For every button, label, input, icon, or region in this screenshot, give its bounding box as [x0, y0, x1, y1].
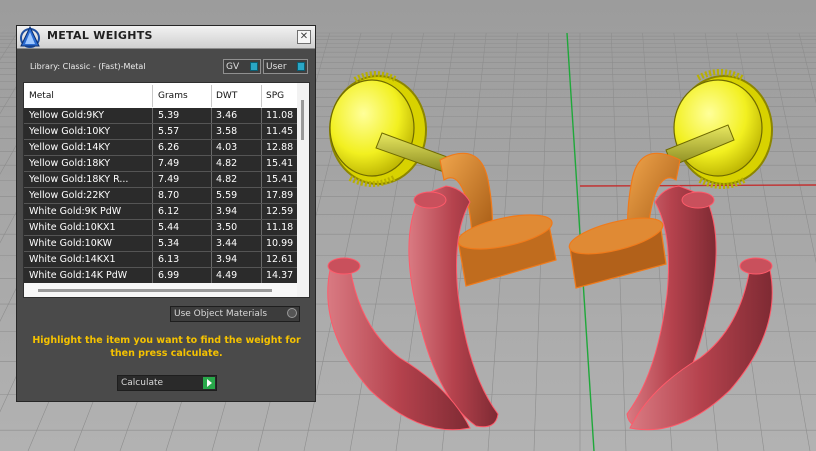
cell-dwt: 4.82: [216, 174, 238, 185]
cell-spg: 11.18: [266, 222, 294, 233]
toggle-switch-icon: [250, 62, 258, 71]
table-row[interactable]: Yellow Gold:10KY 5.57 3.58 11.45: [24, 124, 297, 140]
cell-grams: 6.26: [158, 142, 180, 153]
toggle-switch-icon: [297, 62, 305, 71]
cell-dwt: 3.58: [216, 126, 238, 137]
panel-title: METAL WEIGHTS: [47, 29, 153, 42]
cell-grams: 6.13: [158, 254, 180, 265]
cell-spg: 17.89: [266, 190, 294, 201]
cell-grams: 6.99: [158, 270, 180, 281]
close-icon[interactable]: ✕: [297, 30, 311, 44]
cell-metal: Yellow Gold:9KY: [29, 110, 105, 121]
gv-toggle-label: GV: [226, 62, 240, 72]
table-row[interactable]: Yellow Gold:22KY 8.70 5.59 17.89: [24, 188, 297, 204]
cell-spg: 14.37: [266, 270, 294, 281]
cell-grams: 8.70: [158, 190, 180, 201]
table-header: Metal Grams DWT SPG: [24, 83, 297, 108]
cell-grams: 7.49: [158, 158, 180, 169]
cell-spg: 10.99: [266, 238, 294, 249]
table-row[interactable]: Yellow Gold:9KY 5.39 3.46 11.08: [24, 108, 297, 124]
user-toggle[interactable]: User: [263, 59, 308, 74]
column-header-spg[interactable]: SPG: [266, 91, 284, 101]
instruction-text: Highlight the item you want to find the …: [32, 335, 301, 359]
cell-metal: White Gold:9K PdW: [29, 206, 122, 217]
metal-table: Metal Grams DWT SPG Yellow Gold:9KY 5.39 3…: [23, 82, 310, 298]
cell-spg: 11.45: [266, 126, 294, 137]
cell-metal: White Gold:14KX1: [29, 254, 116, 265]
metal-weights-panel: METAL WEIGHTS ✕ Library: Classic - (Fast…: [16, 25, 316, 402]
triangle-app-icon: [20, 25, 40, 48]
cell-metal: Yellow Gold:14KY: [29, 142, 111, 153]
cell-dwt: 3.44: [216, 238, 238, 249]
cell-dwt: 3.94: [216, 254, 238, 265]
calculate-button[interactable]: Calculate: [117, 375, 217, 391]
radio-icon: [287, 308, 297, 318]
table-row[interactable]: White Gold:9K PdW 6.12 3.94 12.59: [24, 204, 297, 220]
cell-metal: White Gold:14K PdW: [29, 270, 128, 281]
cell-spg: 15.41: [266, 158, 294, 169]
column-header-metal[interactable]: Metal: [29, 91, 54, 101]
cell-metal: Yellow Gold:22KY: [29, 190, 111, 201]
cell-grams: 5.39: [158, 110, 180, 121]
table-row[interactable]: White Gold:14KX1 6.13 3.94 12.61: [24, 252, 297, 268]
cell-metal: Yellow Gold:18KY: [29, 158, 111, 169]
cell-metal: White Gold:10KX1: [29, 222, 116, 233]
cell-spg: 12.61: [266, 254, 294, 265]
cell-grams: 5.44: [158, 222, 180, 233]
x-axis-line: [579, 184, 816, 187]
cell-dwt: 3.50: [216, 222, 238, 233]
cell-grams: 5.34: [158, 238, 180, 249]
horizontal-scrollbar[interactable]: [24, 283, 297, 297]
cell-dwt: 4.82: [216, 158, 238, 169]
user-toggle-label: User: [266, 62, 287, 72]
table-row[interactable]: Yellow Gold:14KY 6.26 4.03 12.88: [24, 140, 297, 156]
cell-metal: Yellow Gold:18KY R...: [29, 174, 129, 185]
table-row[interactable]: White Gold:14K PdW 6.99 4.49 14.37: [24, 268, 297, 284]
table-row[interactable]: White Gold:10KW 5.34 3.44 10.99: [24, 236, 297, 252]
table-row[interactable]: White Gold:10KX1 5.44 3.50 11.18: [24, 220, 297, 236]
calculate-label: Calculate: [121, 378, 164, 388]
cell-metal: White Gold:10KW: [29, 238, 113, 249]
vertical-scroll-thumb[interactable]: [301, 100, 304, 140]
use-object-materials-label: Use Object Materials: [174, 309, 268, 319]
cell-dwt: 3.46: [216, 110, 238, 121]
column-header-grams[interactable]: Grams: [158, 91, 188, 101]
cell-dwt: 3.94: [216, 206, 238, 217]
cell-grams: 5.57: [158, 126, 180, 137]
vertical-scrollbar[interactable]: [297, 83, 309, 297]
use-object-materials-option[interactable]: Use Object Materials: [170, 306, 300, 322]
horizontal-scroll-thumb[interactable]: [38, 289, 272, 292]
cell-spg: 11.08: [266, 110, 294, 121]
table-row[interactable]: Yellow Gold:18KY 7.49 4.82 15.41: [24, 156, 297, 172]
library-label: Library: Classic - (Fast)-Metal: [30, 62, 146, 71]
cell-spg: 15.41: [266, 174, 294, 185]
play-arrow-icon: [203, 377, 215, 389]
gv-toggle[interactable]: GV: [223, 59, 261, 74]
table-row[interactable]: Yellow Gold:18KY R... 7.49 4.82 15.41: [24, 172, 297, 188]
cell-dwt: 4.49: [216, 270, 238, 281]
column-header-dwt[interactable]: DWT: [216, 91, 237, 101]
cell-spg: 12.59: [266, 206, 294, 217]
cell-grams: 6.12: [158, 206, 180, 217]
cell-dwt: 4.03: [216, 142, 238, 153]
panel-titlebar[interactable]: METAL WEIGHTS ✕: [17, 25, 315, 49]
cell-grams: 7.49: [158, 174, 180, 185]
cell-metal: Yellow Gold:10KY: [29, 126, 111, 137]
cell-dwt: 5.59: [216, 190, 238, 201]
cell-spg: 12.88: [266, 142, 294, 153]
